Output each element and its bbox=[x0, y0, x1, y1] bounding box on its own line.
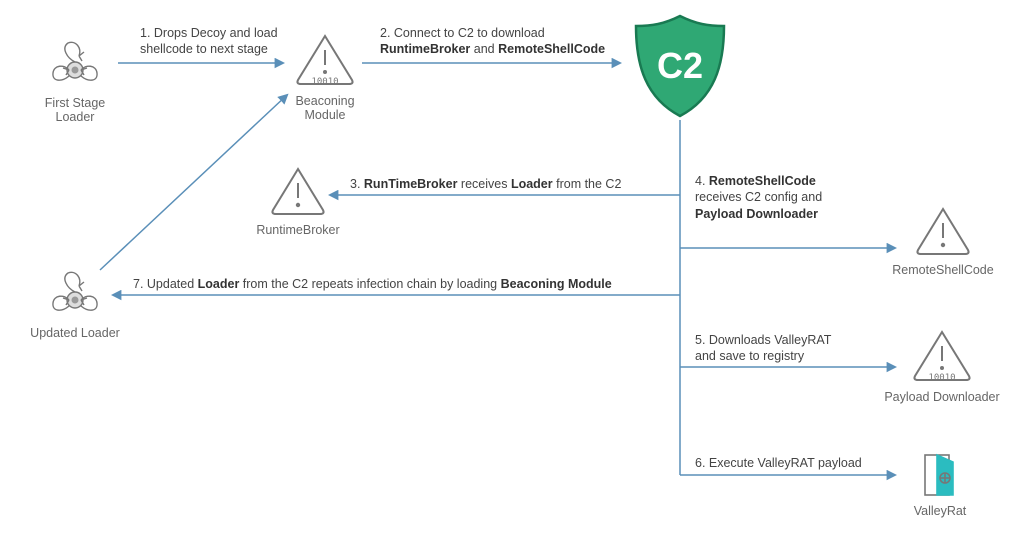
step-1-text: 1. Drops Decoy and load shellcode to nex… bbox=[140, 25, 305, 58]
node-valleyrat: ValleyRat bbox=[895, 450, 985, 518]
node-first-stage-loader: First Stage Loader bbox=[30, 38, 120, 124]
node-payload-downloader: 10010 Payload Downloader bbox=[882, 328, 1002, 404]
step-3-text: 3. RunTimeBroker receives Loader from th… bbox=[350, 176, 670, 192]
door-exit-icon bbox=[915, 450, 965, 500]
step-6-text: 6. Execute ValleyRAT payload bbox=[695, 455, 895, 471]
step-5-text: 5. Downloads ValleyRAT and save to regis… bbox=[695, 332, 865, 365]
updated-loader-label: Updated Loader bbox=[30, 326, 120, 340]
runtime-broker-label: RuntimeBroker bbox=[248, 223, 348, 237]
warning-icon bbox=[913, 205, 973, 259]
biohazard-icon bbox=[46, 38, 104, 92]
remote-shellcode-label: RemoteShellCode bbox=[888, 263, 998, 277]
svg-text:10010: 10010 bbox=[928, 373, 955, 383]
valleyrat-label: ValleyRat bbox=[895, 504, 985, 518]
node-remote-shellcode: RemoteShellCode bbox=[888, 205, 998, 277]
step-4-text: 4. RemoteShellCode receives C2 config an… bbox=[695, 173, 865, 222]
node-runtime-broker: RuntimeBroker bbox=[248, 165, 348, 237]
shield-icon: C2 bbox=[624, 10, 736, 122]
first-stage-loader-label: First Stage Loader bbox=[30, 96, 120, 124]
c2-label: C2 bbox=[657, 45, 703, 86]
warning-binary-icon: 10010 bbox=[909, 328, 975, 386]
svg-text:10010: 10010 bbox=[311, 77, 338, 87]
step-2-text: 2. Connect to C2 to download RuntimeBrok… bbox=[380, 25, 610, 58]
node-updated-loader: Updated Loader bbox=[30, 268, 120, 340]
node-c2: C2 bbox=[620, 10, 740, 122]
step-7-text: 7. Updated Loader from the C2 repeats in… bbox=[133, 276, 673, 292]
payload-downloader-label: Payload Downloader bbox=[882, 390, 1002, 404]
warning-icon bbox=[268, 165, 328, 219]
biohazard-icon bbox=[46, 268, 104, 322]
beaconing-module-label: Beaconing Module bbox=[275, 94, 375, 122]
